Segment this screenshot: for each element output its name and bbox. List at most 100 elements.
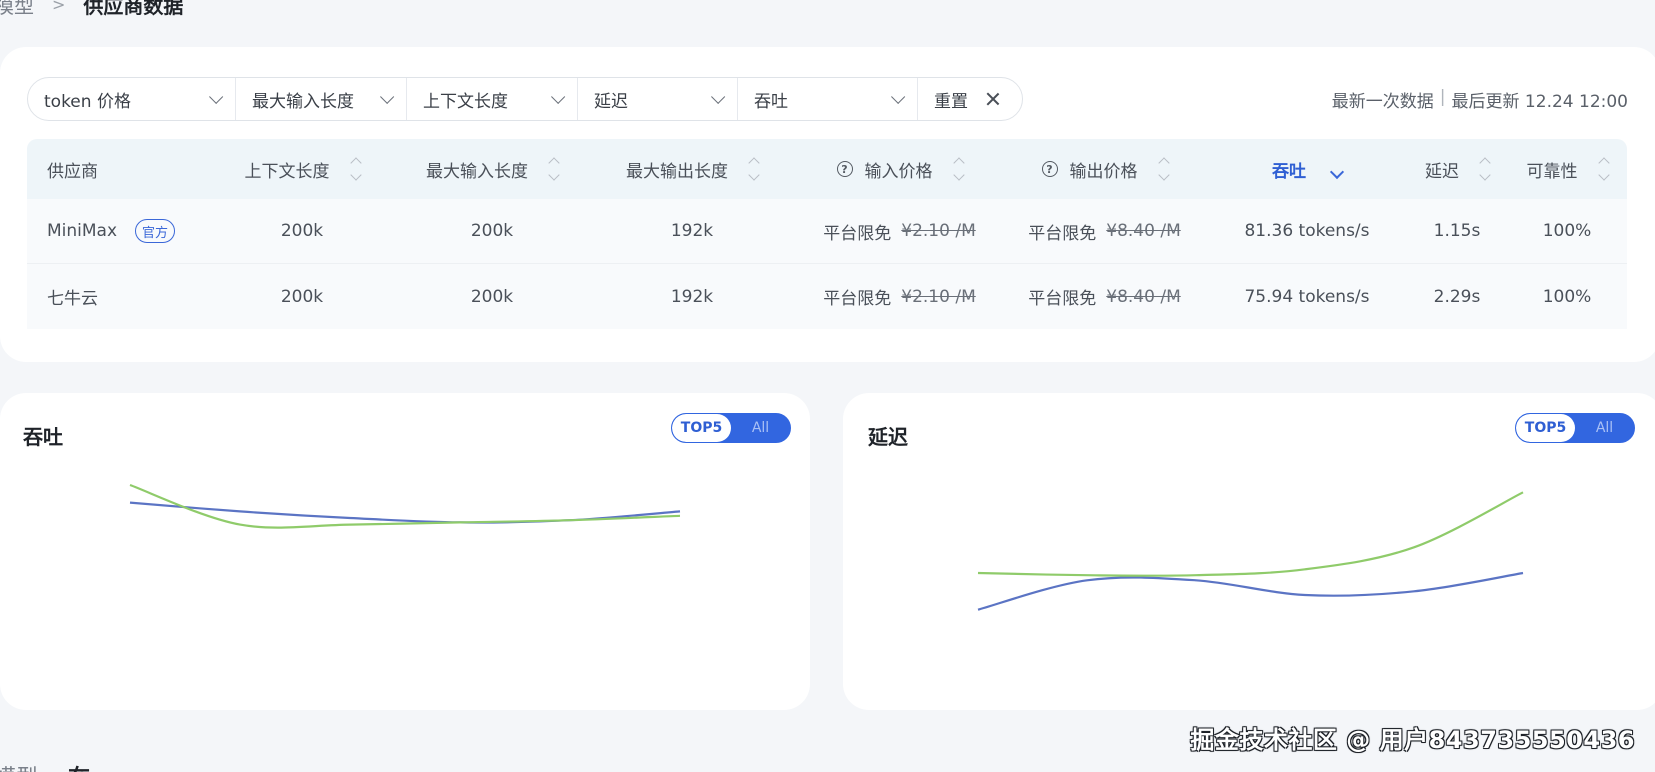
throughput-line-chart	[129, 483, 681, 529]
cell-max-input: 200k	[470, 286, 514, 307]
sort-icon[interactable]	[748, 157, 760, 181]
breadcrumb-parent-link[interactable]: 模型	[0, 0, 34, 19]
chevron-down-icon	[380, 89, 395, 104]
cell-output-price: 平台限免 ¥8.40 /M	[1002, 284, 1207, 310]
filter-throughput[interactable]: 吞吐	[738, 78, 918, 120]
header-label: 输入价格	[864, 161, 933, 182]
filter-token-price[interactable]: token 价格	[28, 78, 236, 120]
price-original: ¥8.40 /M	[1106, 221, 1181, 241]
bottom-section-header: 模型 在	[0, 760, 90, 772]
cell-throughput: 75.94 tokens/s	[1244, 286, 1370, 307]
cell-provider: MiniMax 官方	[27, 219, 207, 243]
chevron-down-icon	[209, 89, 224, 104]
price-original: ¥2.10 /M	[901, 221, 976, 241]
header-label: 延迟	[1425, 161, 1459, 182]
cell-max-input: 200k	[470, 221, 514, 241]
filter-latency[interactable]: 延迟	[578, 78, 738, 120]
cell-input-price: 平台限免 ¥2.10 /M	[797, 284, 1002, 310]
price-original: ¥8.40 /M	[1106, 286, 1181, 307]
header-label: 上下文长度	[244, 161, 330, 182]
sort-icon[interactable]	[1157, 157, 1170, 181]
sort-desc-icon[interactable]	[1329, 164, 1345, 180]
sort-icon[interactable]	[952, 157, 965, 181]
filter-label: 延迟	[594, 91, 628, 112]
throughput-chart-card: 吞吐 TOP5 All	[0, 393, 810, 710]
price-free-label: 平台限免	[823, 223, 892, 244]
sort-icon[interactable]	[1479, 157, 1491, 181]
bottom-left-label: 模型	[0, 760, 38, 772]
table-row[interactable]: 七牛云 200k 200k 192k 平台限免 ¥2.10 /M 平台限免 ¥8…	[27, 264, 1627, 329]
last-updated-label: 最后更新 12.24 12:00	[1451, 92, 1628, 112]
price-free-label: 平台限免	[823, 289, 892, 309]
chevron-down-icon	[891, 89, 906, 104]
filter-label: 吞吐	[754, 91, 788, 112]
provider-name: 七牛云	[47, 289, 98, 309]
page: 模型 > 供应商数据 token 价格 最大输入长度 上下文长度 延迟 吞吐 重…	[0, 0, 1655, 772]
provider-name: MiniMax	[47, 221, 118, 241]
latency-chart-card: 延迟 TOP5 All	[843, 393, 1655, 710]
header-reliability[interactable]: 可靠性	[1507, 157, 1627, 182]
close-icon	[986, 92, 1000, 106]
watermark: 掘金技术社区 @ 用户843735550436	[1190, 726, 1635, 754]
cell-input-price: 平台限免 ¥2.10 /M	[797, 219, 1002, 244]
bottom-title: 在	[68, 760, 90, 772]
provider-data-card: token 价格 最大输入长度 上下文长度 延迟 吞吐 重置 最新一次数据 | …	[0, 47, 1655, 362]
breadcrumb-separator-icon: >	[52, 0, 66, 14]
latency-line-chart	[977, 491, 1524, 611]
sort-icon[interactable]	[349, 157, 362, 181]
reset-button[interactable]: 重置	[918, 78, 1022, 120]
header-max-input[interactable]: 最大输入长度	[397, 157, 587, 182]
cell-reliability: 100%	[1542, 286, 1592, 307]
price-free-label: 平台限免	[1028, 289, 1097, 309]
filter-label: token 价格	[44, 91, 131, 112]
chevron-down-icon	[711, 89, 726, 104]
header-max-output[interactable]: 最大输出长度	[587, 157, 797, 182]
header-output-price[interactable]: ? 输出价格	[1002, 157, 1207, 182]
provider-table: 供应商 上下文长度 最大输入长度 最大输出长度 ? 输入价格 ? 输出价格 吞吐…	[27, 139, 1627, 329]
header-throughput[interactable]: 吞吐	[1207, 157, 1407, 182]
divider: |	[1439, 87, 1446, 107]
cell-max-output: 192k	[670, 286, 714, 307]
latest-data-label: 最新一次数据	[1331, 92, 1434, 112]
cell-max-output: 192k	[670, 221, 714, 241]
header-label: 输出价格	[1069, 161, 1138, 182]
header-context-length[interactable]: 上下文长度	[207, 157, 397, 182]
table-header-row: 供应商 上下文长度 最大输入长度 最大输出长度 ? 输入价格 ? 输出价格 吞吐…	[27, 139, 1627, 199]
cell-latency: 2.29s	[1433, 286, 1481, 307]
page-title: 供应商数据	[83, 0, 184, 18]
header-label: 供应商	[47, 161, 98, 182]
cell-reliability: 100%	[1542, 221, 1592, 241]
cell-context-length: 200k	[280, 286, 324, 307]
table-row[interactable]: MiniMax 官方 200k 200k 192k 平台限免 ¥2.10 /M …	[27, 199, 1627, 264]
breadcrumb: 模型 > 供应商数据	[0, 0, 183, 18]
header-latency[interactable]: 延迟	[1407, 157, 1507, 182]
sort-icon[interactable]	[548, 157, 560, 181]
help-circle-icon[interactable]: ?	[836, 161, 853, 177]
series-line-2	[977, 491, 1524, 577]
update-info: 最新一次数据 | 最后更新 12.24 12:00	[1332, 87, 1628, 112]
header-provider: 供应商	[27, 157, 207, 182]
cell-throughput: 81.36 tokens/s	[1244, 221, 1370, 241]
filter-max-input[interactable]: 最大输入长度	[236, 78, 407, 120]
filter-bar: token 价格 最大输入长度 上下文长度 延迟 吞吐 重置	[27, 77, 1023, 121]
header-label: 吞吐	[1272, 161, 1306, 182]
cell-context-length: 200k	[280, 221, 324, 241]
official-badge: 官方	[135, 219, 176, 243]
series-line-1	[977, 571, 1524, 611]
cell-output-price: 平台限免 ¥8.40 /M	[1002, 219, 1207, 244]
header-label: 可靠性	[1526, 161, 1578, 182]
header-label: 最大输入长度	[426, 161, 528, 182]
price-free-label: 平台限免	[1028, 223, 1097, 244]
filter-label: 最大输入长度	[252, 91, 354, 112]
sort-icon[interactable]	[1597, 157, 1610, 181]
header-input-price[interactable]: ? 输入价格	[797, 157, 1002, 182]
price-original: ¥2.10 /M	[901, 286, 976, 307]
filter-context-length[interactable]: 上下文长度	[407, 78, 578, 120]
help-circle-icon[interactable]: ?	[1041, 161, 1058, 177]
chevron-down-icon	[551, 89, 566, 104]
reset-label: 重置	[934, 91, 968, 112]
cell-latency: 1.15s	[1433, 221, 1481, 241]
header-label: 最大输出长度	[626, 161, 728, 182]
filter-label: 上下文长度	[423, 91, 508, 112]
cell-provider: 七牛云	[27, 284, 207, 309]
